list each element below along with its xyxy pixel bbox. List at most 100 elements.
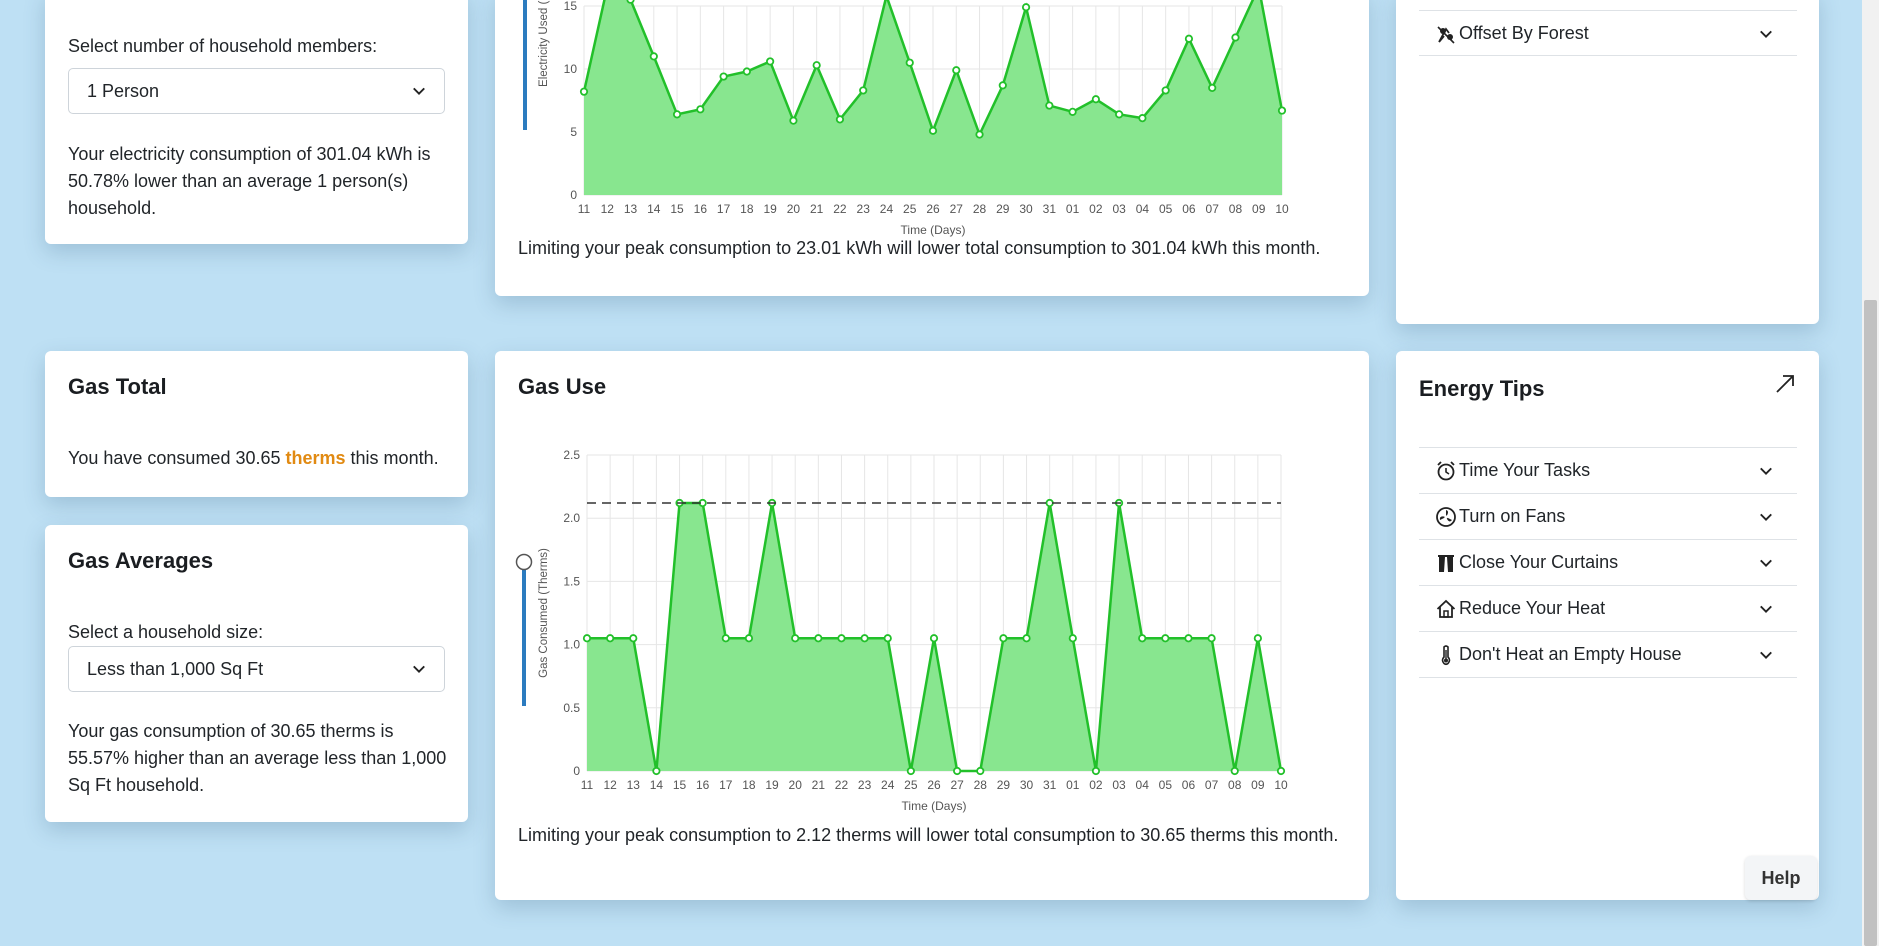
y-tick-label: 15 (564, 0, 578, 13)
gas-total-title: Gas Total (68, 374, 167, 399)
x-tick-label: 19 (763, 202, 777, 216)
y-tick-label: 1.0 (563, 638, 580, 652)
data-point (1138, 634, 1147, 643)
data-point (744, 634, 754, 643)
x-tick-label: 09 (1252, 202, 1266, 216)
x-tick-label: 04 (1136, 778, 1150, 792)
data-point (998, 81, 1007, 90)
y-axis-label: Gas Consumed (Therms) (538, 548, 550, 678)
y-axis-label: Electricity Used (K (538, 0, 550, 87)
x-tick-label: 27 (950, 778, 964, 792)
x-tick-label: 18 (740, 202, 754, 216)
external-link-icon[interactable] (1774, 373, 1796, 395)
tip-label: Time Your Tasks (1459, 460, 1591, 480)
data-point (999, 634, 1008, 643)
x-tick-label: 13 (627, 778, 641, 792)
x-tick-label: 15 (670, 202, 684, 216)
gas-household-size-label: Select a household size: (68, 622, 264, 642)
gas-averages-title: Gas Averages (68, 548, 214, 573)
data-point (1045, 498, 1054, 508)
tip-reduce-your-heat[interactable]: Reduce Your Heat (1419, 585, 1797, 631)
gas-total-text: You have consumed 30.65 therms this mont… (68, 445, 439, 472)
tip-label: Don't Heat an Empty House (1459, 644, 1682, 664)
data-point (606, 634, 615, 643)
data-point (928, 126, 938, 135)
gas-use-card: Gas Use 0 0.5 1.0 1.5 2.0 2.5 11 12 13 14 15 16 17 18… (495, 351, 1369, 900)
x-tick-label: 18 (742, 778, 756, 792)
x-tick-label: 08 (1229, 202, 1243, 216)
data-point (1115, 110, 1124, 119)
x-tick-label: 25 (904, 778, 918, 792)
x-tick-label: 31 (1043, 778, 1057, 792)
data-point (626, 0, 635, 4)
x-tick-label: 12 (603, 778, 617, 792)
y-tick-label: 5 (570, 125, 577, 139)
x-tick-label: 23 (858, 778, 872, 792)
x-tick-label: 13 (624, 202, 638, 216)
data-point (812, 61, 821, 70)
x-tick-label: 14 (647, 202, 661, 216)
chevron-down-icon (1760, 513, 1772, 521)
tip-dont-heat-empty-house[interactable]: Don't Heat an Empty House (1419, 631, 1797, 677)
data-point (906, 766, 915, 776)
data-point (579, 87, 589, 96)
x-tick-label: 03 (1112, 202, 1126, 216)
data-point (1068, 107, 1077, 116)
curtains-icon (1438, 554, 1454, 572)
household-members-select[interactable]: 1 Person (68, 68, 445, 114)
tip-turn-on-fans[interactable]: Turn on Fans (1419, 493, 1797, 539)
x-axis-label: Time (Days) (902, 799, 967, 813)
electricity-chart: 05101511 12 13 14 15 16 17 18 19 20 21 22 23 24 25 26 27… (538, 0, 1289, 237)
house-icon (1436, 599, 1456, 618)
x-tick-label: 23 (857, 202, 871, 216)
data-point (1184, 634, 1193, 643)
x-tick-label: 22 (835, 778, 849, 792)
x-tick-label: 21 (810, 202, 824, 216)
offset-by-forest-item[interactable]: Offset By Forest (1419, 10, 1797, 56)
x-tick-label: 30 (1020, 778, 1034, 792)
data-point (835, 115, 845, 124)
household-card: Select number of household members: 1 Pe… (45, 0, 468, 244)
data-point (652, 766, 661, 776)
data-point (1230, 766, 1239, 776)
data-point (1161, 86, 1170, 95)
x-tick-label: 11 (578, 202, 591, 216)
data-point (1208, 83, 1217, 93)
tip-close-your-curtains[interactable]: Close Your Curtains (1419, 539, 1797, 585)
x-tick-label: 01 (1066, 778, 1080, 792)
fan-icon (1436, 506, 1456, 527)
offset-divider (1419, 55, 1797, 56)
data-point (742, 67, 751, 76)
gas-averages-summary: Your gas consumption of 30.65 therms is … (68, 721, 447, 795)
x-tick-label: 17 (717, 202, 731, 216)
x-tick-label: 01 (1066, 202, 1080, 216)
tip-label: Close Your Curtains (1459, 552, 1619, 572)
chevron-down-icon (1760, 467, 1772, 475)
thermometer-icon (1441, 644, 1451, 665)
y-tick-label: 0 (573, 764, 580, 778)
data-point (883, 634, 892, 643)
data-point (789, 116, 798, 125)
household-size-select[interactable]: Less than 1,000 Sq Ft (68, 646, 445, 692)
data-point (1231, 33, 1240, 42)
data-point (672, 110, 682, 119)
help-button[interactable]: Help (1745, 856, 1817, 900)
data-point (1184, 34, 1194, 43)
forest-icon (1437, 25, 1455, 44)
electricity-use-card: 0 5 10 15 11 12 13 14 15 16 17 18 19 20 21 22 23 24 25 26 27… (495, 0, 1369, 296)
therms-unit-label: therms (285, 448, 346, 468)
data-point (1022, 634, 1031, 643)
x-tick-label: 17 (719, 778, 733, 792)
data-point (976, 766, 985, 776)
gas-total-text-before: You have consumed 30.65 (68, 448, 286, 468)
chevron-down-icon (1760, 559, 1772, 567)
tip-time-your-tasks[interactable]: Time Your Tasks (1419, 447, 1797, 493)
household-select-label: Select number of household members: (68, 36, 378, 56)
x-tick-label: 07 (1205, 778, 1219, 792)
scrollbar-thumb[interactable] (1864, 300, 1877, 946)
x-tick-label: 16 (696, 778, 710, 792)
data-point (1253, 634, 1262, 643)
y-tick-label: 2.0 (563, 511, 580, 525)
data-point (719, 72, 728, 81)
data-point (1207, 634, 1216, 643)
